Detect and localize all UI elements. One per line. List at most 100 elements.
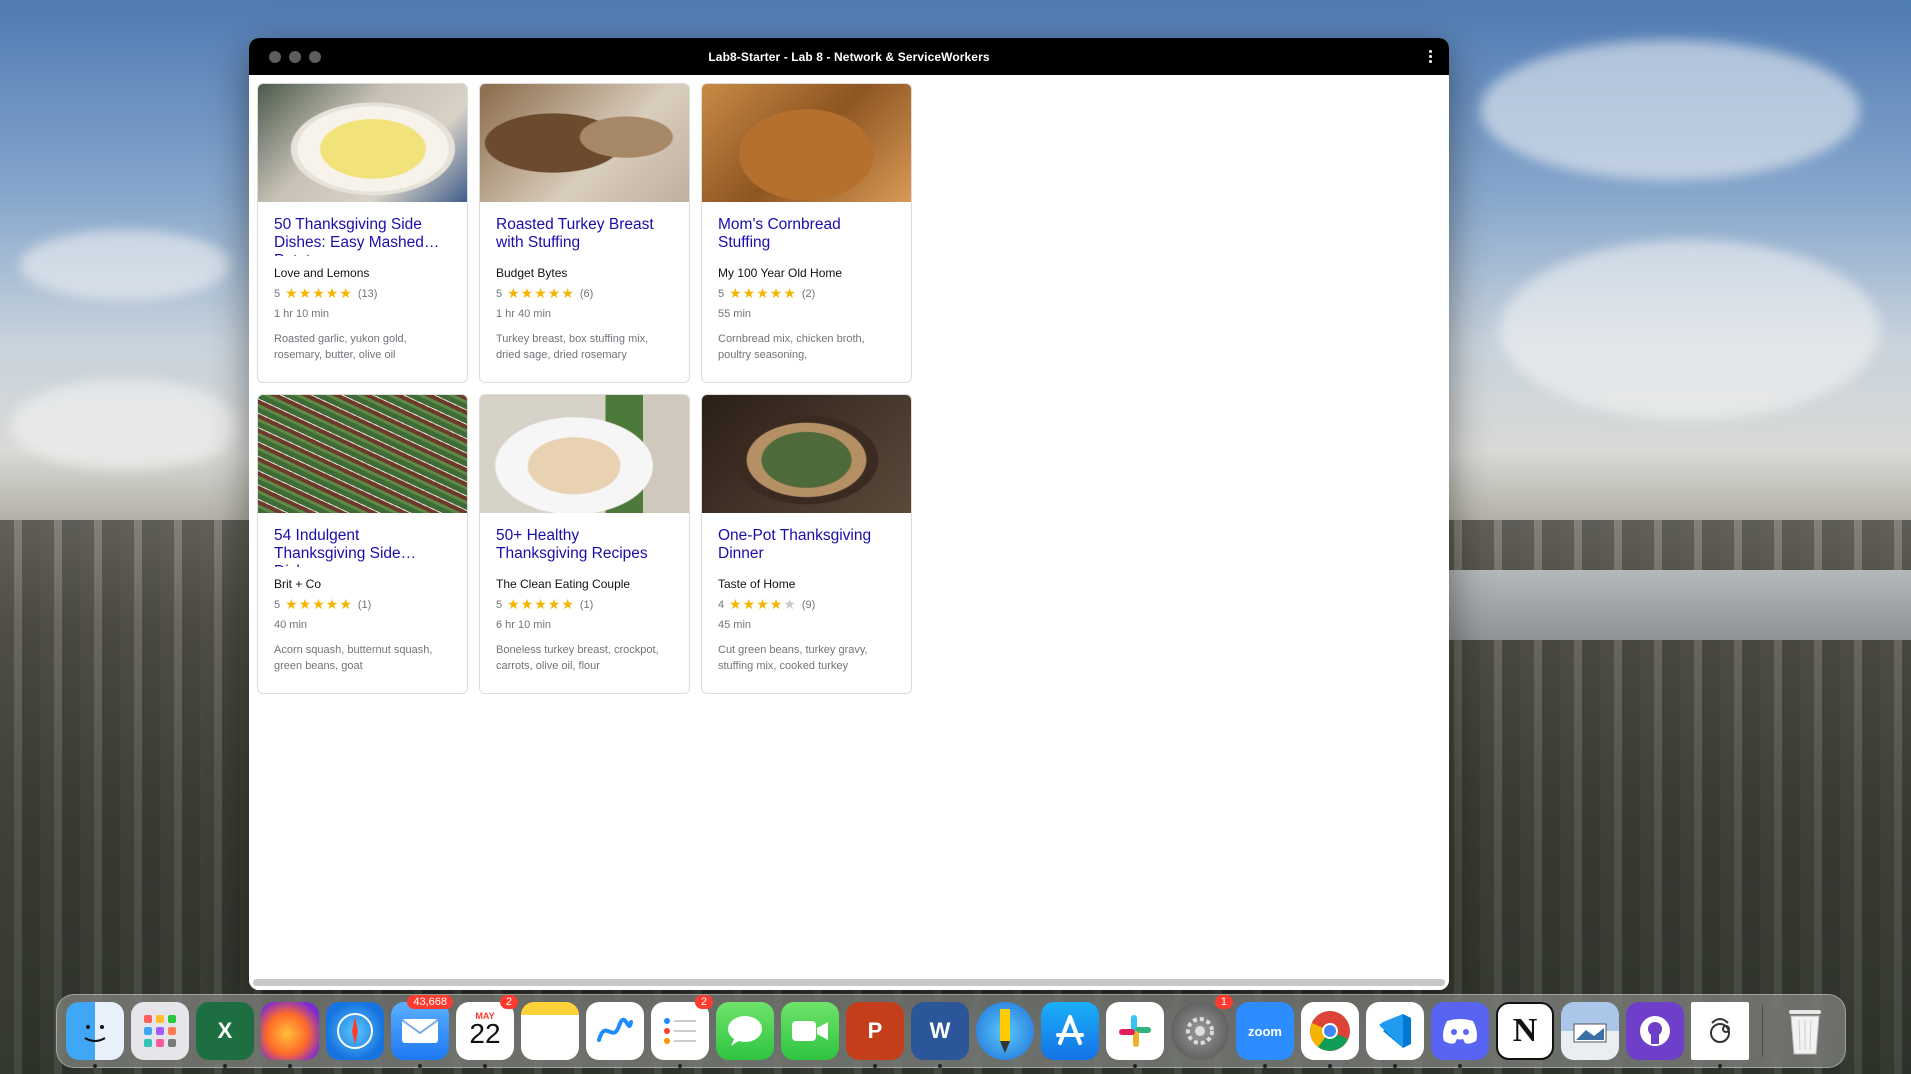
dock: X 43,668 MAY 22 2 2 P W 1 zoom N <box>56 994 1846 1068</box>
recipe-time: 45 min <box>718 619 752 631</box>
recipe-title-link[interactable]: 50+ Healthy Thanksgiving Recipes <box>496 527 673 567</box>
recipe-time: 1 hr 40 min <box>496 308 552 320</box>
mail-icon[interactable]: 43,668 <box>391 995 453 1068</box>
recipe-organization: Budget Bytes <box>496 266 568 280</box>
turkey-app-icon[interactable] <box>1691 1002 1749 1068</box>
settings-badge: 1 <box>1214 995 1233 1009</box>
review-count: (1) <box>357 598 372 611</box>
pencil-app-icon[interactable] <box>976 1002 1034 1060</box>
recipe-card[interactable]: 50+ Healthy Thanksgiving Recipes The Cle… <box>479 394 690 694</box>
word-icon[interactable]: W <box>911 1002 969 1068</box>
star-rating-icon: ★★★★★ <box>507 596 575 612</box>
recipe-title-link[interactable]: One-Pot Thanksgiving Dinner <box>718 527 895 567</box>
recipe-image[interactable] <box>480 84 689 202</box>
recipe-card-body: Roasted Turkey Breast with Stuffing Budg… <box>480 202 689 363</box>
reminders-icon[interactable]: 2 <box>651 995 713 1068</box>
slack-icon[interactable] <box>1106 1002 1164 1068</box>
star-rating-icon: ★★★★★ <box>285 285 353 301</box>
safari-icon[interactable] <box>326 1002 384 1060</box>
recipe-rating: 5 ★★★★★ (6) <box>496 285 673 302</box>
recipe-title-link[interactable]: 54 Indulgent Thanksgiving Side Dishes <box>274 527 451 567</box>
recipe-title-link[interactable]: Roasted Turkey Breast with Stuffing <box>496 216 673 256</box>
window-controls <box>269 51 321 63</box>
recipe-organization: Brit + Co <box>274 577 322 591</box>
recipe-organization: Taste of Home <box>718 577 796 591</box>
facetime-icon[interactable] <box>781 1002 839 1060</box>
recipe-card[interactable]: Roasted Turkey Breast with Stuffing Budg… <box>479 83 690 383</box>
review-count: (6) <box>579 287 594 300</box>
wallpaper-cloud <box>10 380 240 470</box>
app-store-icon[interactable] <box>1041 1002 1099 1060</box>
recipe-image[interactable] <box>258 395 467 513</box>
recipe-rating: 5 ★★★★★ (1) <box>496 596 673 613</box>
firefox-icon[interactable] <box>261 1002 319 1068</box>
recipe-title-link[interactable]: Mom's Cornbread Stuffing <box>718 216 895 256</box>
recipe-ingredients: Acorn squash, butternut squash, green be… <box>274 644 433 672</box>
messages-icon[interactable] <box>716 1002 774 1060</box>
chrome-icon[interactable] <box>1301 1002 1359 1068</box>
zoom-icon[interactable]: zoom <box>1236 1002 1294 1068</box>
horizontal-scrollbar[interactable] <box>253 979 1445 986</box>
recipe-card-body: 50+ Healthy Thanksgiving Recipes The Cle… <box>480 513 689 674</box>
page-content: 50 Thanksgiving Side Dishes: Easy Mashed… <box>249 75 1449 990</box>
recipe-image[interactable] <box>702 84 911 202</box>
vscode-icon[interactable] <box>1366 1002 1424 1068</box>
trash-icon[interactable] <box>1776 1002 1834 1060</box>
recipe-card[interactable]: One-Pot Thanksgiving Dinner Taste of Hom… <box>701 394 912 694</box>
recipe-ingredients: Roasted garlic, yukon gold, rosemary, bu… <box>274 333 407 361</box>
recipe-ingredients: Cut green beans, turkey gravy, stuffing … <box>718 644 868 672</box>
system-settings-icon[interactable]: 1 <box>1171 995 1233 1060</box>
star-rating-icon: ★★★★★ <box>507 285 575 301</box>
review-count: (1) <box>579 598 594 611</box>
recipe-ingredients: Cornbread mix, chicken broth, poultry se… <box>718 333 865 361</box>
launchpad-icon[interactable] <box>131 1002 189 1060</box>
notion-icon[interactable]: N <box>1496 1002 1554 1060</box>
recipe-ingredients: Turkey breast, box stuffing mix, dried s… <box>496 333 649 361</box>
recipe-card[interactable]: 50 Thanksgiving Side Dishes: Easy Mashed… <box>257 83 468 383</box>
wallpaper-river <box>1430 570 1911 640</box>
recipe-organization: My 100 Year Old Home <box>718 266 843 280</box>
notes-icon[interactable] <box>521 1002 579 1060</box>
recipe-card[interactable]: Mom's Cornbread Stuffing My 100 Year Old… <box>701 83 912 383</box>
close-window-button[interactable] <box>269 51 281 63</box>
recipe-rating: 5 ★★★★★ (2) <box>718 285 895 302</box>
github-desktop-icon[interactable] <box>1626 1002 1684 1060</box>
reminders-badge: 2 <box>694 995 713 1009</box>
finder-icon[interactable] <box>66 1002 124 1068</box>
review-count: (13) <box>357 287 378 300</box>
recipe-card-body: 50 Thanksgiving Side Dishes: Easy Mashed… <box>258 202 467 363</box>
discord-icon[interactable] <box>1431 1002 1489 1068</box>
calendar-icon[interactable]: MAY 22 2 <box>456 995 518 1068</box>
dock-separator <box>1762 1005 1763 1057</box>
recipe-time: 1 hr 10 min <box>274 308 330 320</box>
recipe-rating: 4 ★★★★★ (9) <box>718 596 895 613</box>
browser-window: Lab8-Starter - Lab 8 - Network & Service… <box>249 38 1449 990</box>
recipe-card[interactable]: 54 Indulgent Thanksgiving Side Dishes Br… <box>257 394 468 694</box>
rating-value: 5 <box>496 287 503 300</box>
recipe-image[interactable] <box>480 395 689 513</box>
mail-badge: 43,668 <box>407 995 453 1009</box>
recipe-title-link[interactable]: 50 Thanksgiving Side Dishes: Easy Mashed… <box>274 216 451 256</box>
title-bar[interactable]: Lab8-Starter - Lab 8 - Network & Service… <box>249 38 1449 75</box>
rating-value: 4 <box>718 598 725 611</box>
star-rating-icon: ★★★★★ <box>729 596 797 612</box>
wallpaper-cloud <box>20 230 230 300</box>
recipe-rating: 5 ★★★★★ (1) <box>274 596 451 613</box>
calendar-badge: 2 <box>499 995 518 1009</box>
excel-icon[interactable]: X <box>196 1002 254 1068</box>
window-title: Lab8-Starter - Lab 8 - Network & Service… <box>708 49 990 64</box>
recipe-card-body: Mom's Cornbread Stuffing My 100 Year Old… <box>702 202 911 363</box>
recipe-grid: 50 Thanksgiving Side Dishes: Easy Mashed… <box>257 83 912 694</box>
preview-icon[interactable] <box>1561 1002 1619 1060</box>
minimize-window-button[interactable] <box>289 51 301 63</box>
star-rating-icon: ★★★★★ <box>729 285 797 301</box>
zoom-window-button[interactable] <box>309 51 321 63</box>
freeform-icon[interactable] <box>586 1002 644 1060</box>
more-menu-icon[interactable] <box>1427 50 1433 65</box>
rating-value: 5 <box>496 598 503 611</box>
powerpoint-icon[interactable]: P <box>846 1002 904 1068</box>
recipe-organization: The Clean Eating Couple <box>496 577 631 591</box>
rating-value: 5 <box>274 598 281 611</box>
recipe-image[interactable] <box>702 395 911 513</box>
recipe-image[interactable] <box>258 84 467 202</box>
